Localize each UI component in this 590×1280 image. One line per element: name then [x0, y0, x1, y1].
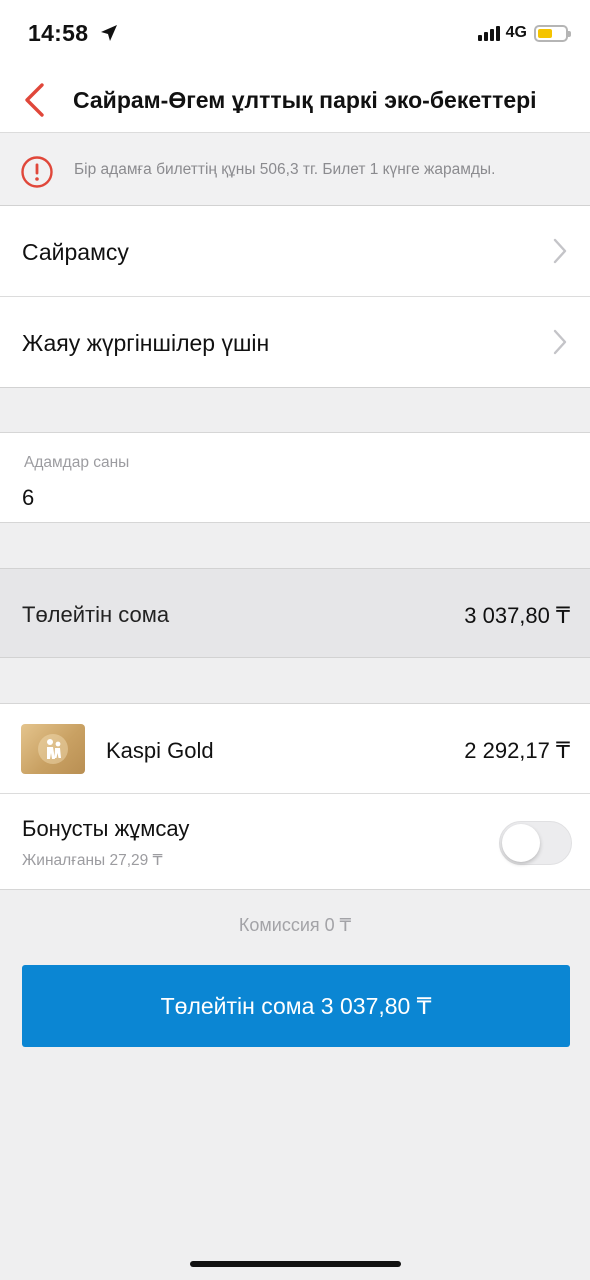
total-value: 3 037,80 ₸ [464, 603, 570, 628]
info-circle-icon [20, 155, 54, 194]
bonus-label: Бонусты жұмсау [22, 816, 190, 841]
status-bar: 14:58 4G [0, 0, 590, 70]
page-title: Сайрам-Өгем ұлттық паркі эко-бекеттері [73, 87, 537, 113]
total-label: Төлейтін сома [22, 602, 170, 627]
commission-text: Комиссия 0 ₸ [238, 915, 352, 935]
service-label: Сайрамсу [22, 239, 129, 265]
service-selector[interactable]: Сайрамсу [0, 206, 590, 297]
network-type: 4G [505, 24, 527, 41]
people-count-input[interactable] [22, 485, 422, 511]
bonus-toggle[interactable] [499, 821, 572, 865]
chevron-right-icon [552, 328, 568, 361]
total-row: Төлейтін сома 3 037,80 ₸ [0, 568, 590, 658]
bonus-row: Бонусты жұмсау Жиналғаны 27,29 ₸ [0, 794, 590, 890]
header: Сайрам-Өгем ұлттық паркі эко-бекеттері [0, 70, 590, 132]
ticket-type-label: Жаяу жүргіншілер үшін [22, 330, 270, 356]
location-arrow-icon [99, 23, 119, 48]
toggle-knob [502, 824, 540, 862]
chevron-right-icon [552, 237, 568, 270]
bonus-accumulated: Жиналғаны 27,29 ₸ [22, 852, 163, 869]
kaspi-gold-card-icon [21, 724, 85, 774]
home-indicator [190, 1261, 401, 1267]
pay-button[interactable]: Төлейтін сома 3 037,80 ₸ [22, 965, 570, 1047]
cellular-signal-icon [477, 25, 500, 41]
people-count-label: Адамдар саны [24, 454, 130, 471]
info-text: Бір адамға билеттің құны 506,3 тг. Билет… [74, 161, 496, 178]
card-name: Kaspi Gold [106, 738, 214, 763]
payment-card-selector[interactable]: Kaspi Gold 2 292,17 ₸ [0, 703, 590, 794]
people-count-field: Адамдар саны [0, 432, 590, 523]
info-banner: Бір адамға билеттің құны 506,3 тг. Билет… [0, 132, 590, 206]
ticket-type-selector[interactable]: Жаяу жүргіншілер үшін [0, 297, 590, 388]
card-balance: 2 292,17 ₸ [464, 738, 570, 763]
status-indicators: 4G [477, 24, 571, 42]
chevron-left-icon[interactable] [22, 82, 48, 118]
battery-icon [534, 24, 571, 42]
status-time: 14:58 [28, 20, 89, 46]
